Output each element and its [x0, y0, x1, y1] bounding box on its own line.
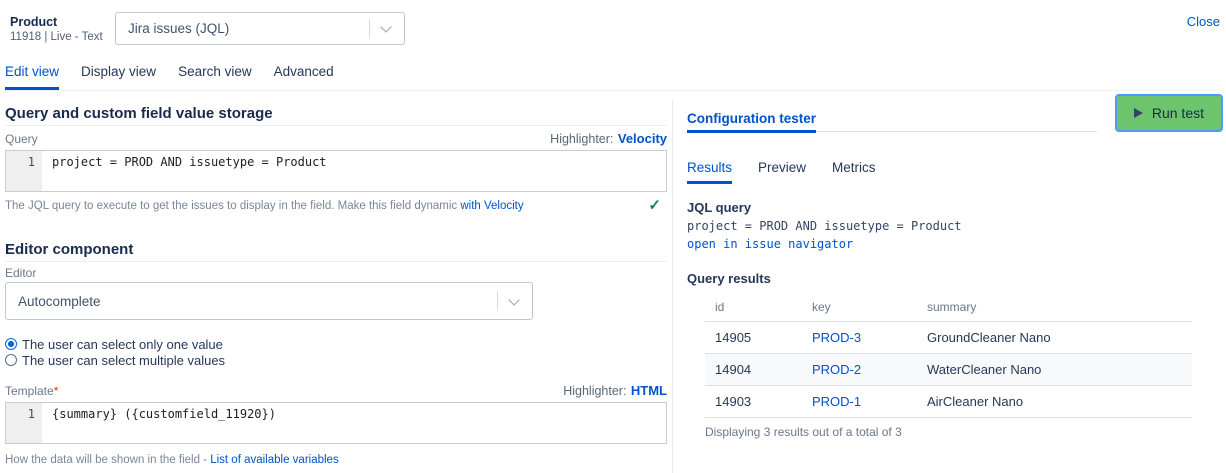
main-tab-bar: Edit view Display view Search view Advan…: [5, 64, 1221, 91]
col-header-id: id: [715, 300, 812, 314]
configuration-tester-link[interactable]: Configuration tester: [687, 111, 816, 133]
query-code-editor[interactable]: 1 project = PROD AND issuetype = Product: [5, 150, 667, 192]
query-label: Query: [5, 132, 38, 146]
jql-query-value: project = PROD AND issuetype = Product: [687, 219, 1223, 233]
template-editor-line-number: 1: [6, 403, 42, 443]
editor-select-value: Autocomplete: [6, 294, 497, 309]
cell-summary: WaterCleaner Nano: [927, 362, 1192, 377]
editor-select[interactable]: Autocomplete: [5, 282, 533, 320]
query-highlighter-label: Highlighter:: [550, 132, 613, 146]
close-link[interactable]: Close: [1187, 14, 1220, 29]
cell-summary: AirCleaner Nano: [927, 394, 1192, 409]
cell-summary: GroundCleaner Nano: [927, 330, 1192, 345]
col-header-summary: summary: [927, 300, 1192, 314]
table-row: 14904 PROD-2 WaterCleaner Nano: [705, 354, 1192, 386]
query-help-static: The JQL query to execute to get the issu…: [5, 200, 460, 212]
tab-display-view[interactable]: Display view: [81, 64, 156, 90]
query-help-text: The JQL query to execute to get the issu…: [5, 200, 524, 212]
radio-single-value-label: The user can select only one value: [22, 337, 223, 352]
template-label: Template*: [5, 384, 58, 398]
query-results-table: id key summary 14905 PROD-3 GroundCleane…: [705, 296, 1192, 418]
query-highlighter-link[interactable]: Velocity: [618, 131, 667, 146]
configuration-tester-panel: Run test Configuration tester Results Pr…: [687, 90, 1223, 439]
tester-tab-bar: Results Preview Metrics: [687, 160, 1223, 184]
template-code-editor[interactable]: 1 {summary} ({customfield_11920}): [5, 402, 667, 444]
radio-unselected-icon: [5, 354, 17, 366]
section-title-query-storage: Query and custom field value storage: [5, 100, 667, 126]
template-editor-code: {summary} ({customfield_11920}): [42, 403, 276, 443]
template-highlighter-label: Highlighter:: [563, 384, 626, 398]
play-icon: [1134, 108, 1143, 118]
tab-preview[interactable]: Preview: [758, 160, 806, 184]
query-results-heading: Query results: [687, 271, 1223, 286]
run-test-label: Run test: [1152, 105, 1204, 121]
template-help-static: How the data will be shown in the field …: [5, 454, 210, 466]
tester-heading-row: Configuration tester: [687, 110, 1097, 132]
table-row: 14903 PROD-1 AirCleaner Nano: [705, 386, 1192, 418]
field-type-select-value: Jira issues (JQL): [116, 21, 369, 36]
query-editor-line-number: 1: [6, 151, 42, 191]
issue-key-link[interactable]: PROD-3: [812, 330, 927, 345]
cell-id: 14903: [715, 394, 812, 409]
chevron-down-icon: [380, 21, 391, 32]
chevron-down-icon: [508, 294, 519, 305]
tab-search-view[interactable]: Search view: [178, 64, 252, 90]
with-velocity-link[interactable]: with Velocity: [460, 200, 523, 212]
tab-edit-view[interactable]: Edit view: [5, 64, 59, 90]
template-label-text: Template: [5, 384, 54, 398]
cell-id: 14905: [715, 330, 812, 345]
select-separator: [497, 291, 498, 311]
query-editor-code: project = PROD AND issuetype = Product: [42, 151, 327, 191]
results-count-text: Displaying 3 results out of a total of 3: [705, 425, 1223, 439]
table-row: 14905 PROD-3 GroundCleaner Nano: [705, 322, 1192, 354]
radio-single-value[interactable]: The user can select only one value: [5, 336, 667, 352]
run-test-button[interactable]: Run test: [1115, 94, 1223, 132]
template-help-text: How the data will be shown in the field …: [5, 454, 667, 466]
tab-metrics[interactable]: Metrics: [832, 160, 876, 184]
section-title-editor-component: Editor component: [5, 242, 667, 262]
editor-label: Editor: [5, 266, 36, 280]
open-in-issue-navigator-link[interactable]: open in issue navigator: [687, 237, 1223, 251]
cell-id: 14904: [715, 362, 812, 377]
radio-multiple-values-label: The user can select multiple values: [22, 353, 225, 368]
tab-advanced[interactable]: Advanced: [274, 64, 334, 90]
col-header-key: key: [812, 300, 927, 314]
radio-multiple-values[interactable]: The user can select multiple values: [5, 352, 667, 368]
field-type-select[interactable]: Jira issues (JQL): [115, 12, 405, 45]
field-name: Product: [10, 15, 57, 29]
available-variables-link[interactable]: List of available variables: [210, 454, 339, 466]
field-meta: 11918 | Live - Text: [10, 31, 103, 43]
jql-query-heading: JQL query: [687, 200, 1223, 215]
select-separator: [369, 19, 370, 39]
valid-check-icon: ✓: [648, 200, 661, 212]
issue-key-link[interactable]: PROD-1: [812, 394, 927, 409]
required-asterisk: *: [54, 384, 59, 398]
table-header-row: id key summary: [705, 296, 1192, 322]
edit-view-panel: Query and custom field value storage Que…: [5, 100, 667, 466]
radio-selected-icon: [5, 338, 17, 350]
template-highlighter-link[interactable]: HTML: [631, 383, 667, 398]
issue-key-link[interactable]: PROD-2: [812, 362, 927, 377]
panel-divider: [672, 100, 673, 473]
selection-mode-radios: The user can select only one value The u…: [5, 336, 667, 368]
tab-results[interactable]: Results: [687, 160, 732, 184]
